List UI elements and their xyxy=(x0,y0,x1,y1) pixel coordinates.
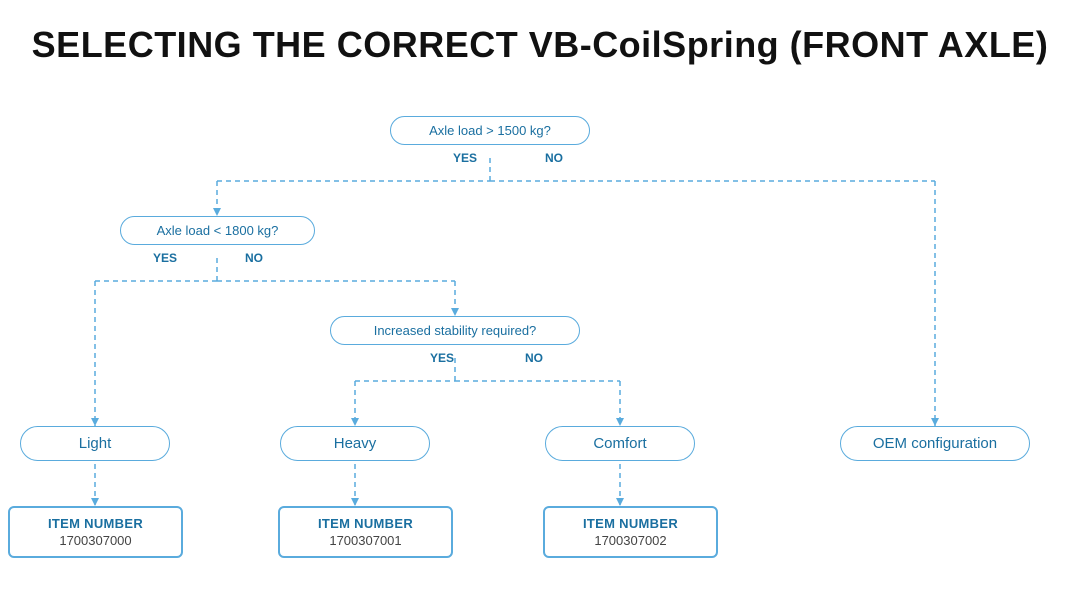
no-label-d1: NO xyxy=(545,151,563,165)
yes-label-d1: YES xyxy=(453,151,477,165)
yes-label-d3: YES xyxy=(430,351,454,365)
item-number-1: 1700307000 xyxy=(24,533,167,548)
item-label-2: ITEM NUMBER xyxy=(294,516,437,531)
diagram-area: Axle load > 1500 kg? Axle load < 1800 kg… xyxy=(0,86,1080,586)
item-number-2: 1700307001 xyxy=(294,533,437,548)
decision-axle-load-1500: Axle load > 1500 kg? xyxy=(390,116,590,145)
item-label-3: ITEM NUMBER xyxy=(559,516,702,531)
decision-stability: Increased stability required? xyxy=(330,316,580,345)
result-heavy: Heavy xyxy=(280,426,430,461)
item-box-1700307002: ITEM NUMBER 1700307002 xyxy=(543,506,718,558)
result-oem: OEM configuration xyxy=(840,426,1030,461)
yes-label-d2: YES xyxy=(153,251,177,265)
no-label-d2: NO xyxy=(245,251,263,265)
item-number-3: 1700307002 xyxy=(559,533,702,548)
result-comfort: Comfort xyxy=(545,426,695,461)
item-box-1700307001: ITEM NUMBER 1700307001 xyxy=(278,506,453,558)
no-label-d3: NO xyxy=(525,351,543,365)
item-label-1: ITEM NUMBER xyxy=(24,516,167,531)
result-light: Light xyxy=(20,426,170,461)
page-title: SELECTING THE CORRECT VB-CoilSpring (FRO… xyxy=(0,0,1080,76)
item-box-1700307000: ITEM NUMBER 1700307000 xyxy=(8,506,183,558)
decision-axle-load-1800: Axle load < 1800 kg? xyxy=(120,216,315,245)
